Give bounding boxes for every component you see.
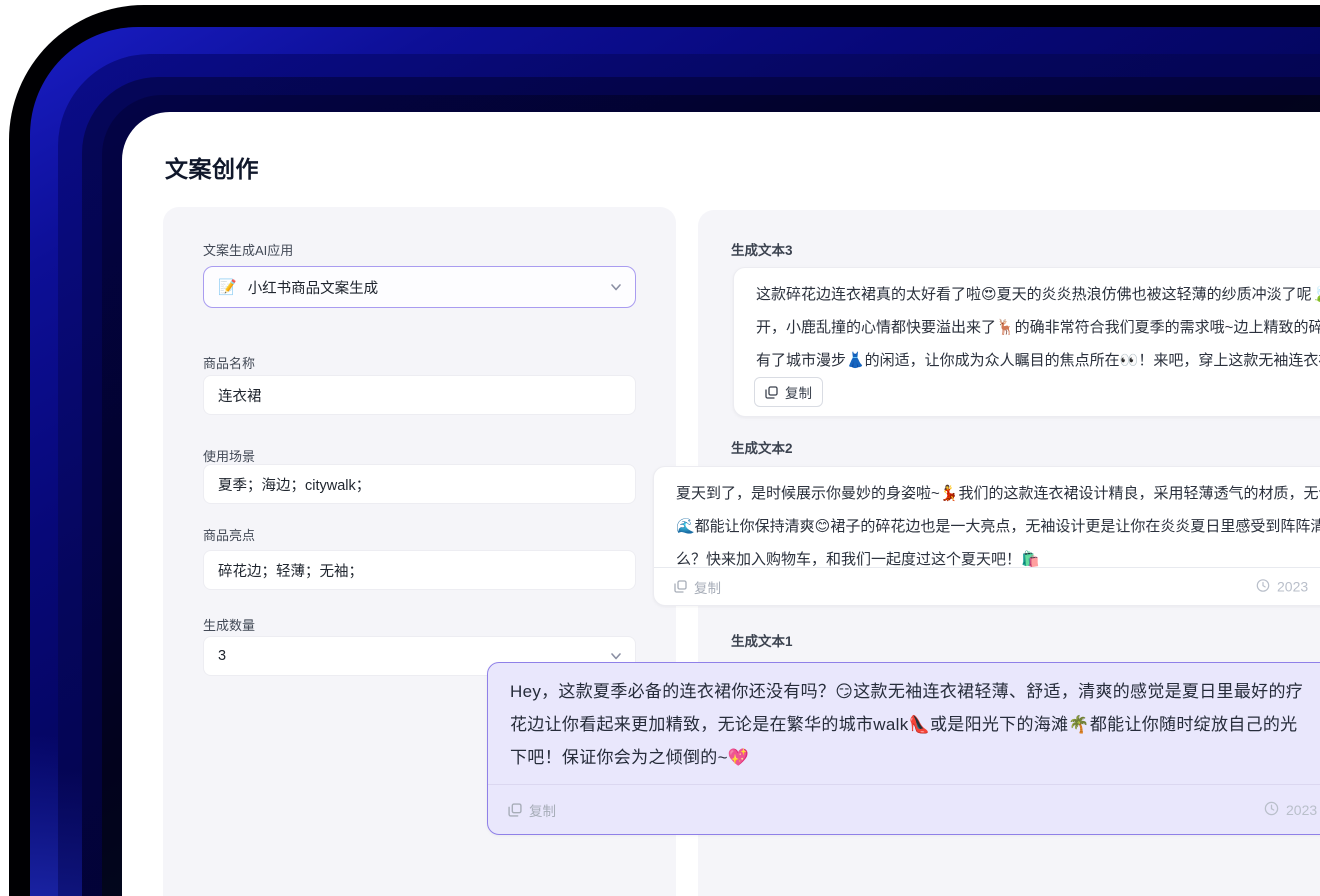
clock-icon: [1264, 801, 1279, 819]
result-text-line: 开，小鹿乱撞的心情都快要溢出来了🦌的确非常符合我们夏季的需求哦~边上精致的碎花镶…: [756, 319, 1320, 336]
page-title: 文案创作: [165, 156, 259, 182]
field-label-highlight: 商品亮点: [203, 528, 256, 543]
copy-button-label: 复制: [785, 386, 812, 401]
result-text-line: Hey，这款夏季必备的连衣裙你还没有吗？😏这款无袖连衣裙轻薄、舒适，清爽的感觉是…: [510, 682, 1304, 701]
memo-icon: 📝: [218, 279, 237, 296]
timestamp: 2023: [1264, 801, 1317, 819]
highlight-input[interactable]: 碎花边；轻薄；无袖；: [203, 550, 636, 590]
app-select-value: 小红书商品文案生成: [247, 280, 379, 297]
result-text-line: 🌊都能让你保持清爽😊裙子的碎花边也是一大亮点，无袖设计更是让你在炎炎夏日里感受到…: [676, 518, 1320, 535]
clock-icon: [1256, 578, 1270, 595]
timestamp-text: 2023: [1277, 578, 1309, 595]
copy-icon: [674, 580, 687, 593]
result-label-2: 生成文本2: [731, 441, 793, 456]
name-input[interactable]: 连衣裙: [203, 375, 636, 415]
timestamp-text: 2023: [1286, 801, 1318, 818]
copy-button[interactable]: 复制: [674, 577, 721, 597]
field-label-count: 生成数量: [203, 618, 256, 633]
result-text-line: 下吧！保证你会为之倾倒的~💖: [510, 748, 750, 767]
copy-icon: [765, 385, 778, 399]
field-count: 生成数量: [203, 615, 636, 634]
chevron-down-icon: [610, 650, 622, 662]
app-select[interactable]: 📝 小红书商品文案生成: [203, 266, 636, 308]
name-input-value: 连衣裙: [218, 388, 262, 405]
copy-button-label: 复制: [529, 803, 556, 819]
result-label-3: 生成文本3: [731, 243, 793, 258]
field-highlight: 商品亮点: [203, 525, 636, 544]
scene-input[interactable]: 夏季；海边；citywalk；: [203, 464, 636, 504]
copy-button[interactable]: 复制: [754, 377, 823, 407]
field-label-scene: 使用场景: [203, 449, 256, 464]
scene-input-value: 夏季；海边；citywalk；: [218, 477, 371, 494]
timestamp: 2023: [1256, 578, 1308, 595]
field-label-name: 商品名称: [203, 356, 256, 371]
copy-button[interactable]: 复制: [508, 800, 556, 820]
result-text-line: 这款碎花边连衣裙真的太好看了啦😍夏天的炎炎热浪仿佛也被这轻薄的纱质冲淡了呢🍃走在: [756, 286, 1320, 303]
result-card-2: 夏天到了，是时候展示你曼妙的身姿啦~💃我们的这款连衣裙设计精良，采用轻薄透气的材…: [653, 466, 1320, 606]
result-card-3: 这款碎花边连衣裙真的太好看了啦😍夏天的炎炎热浪仿佛也被这轻薄的纱质冲淡了呢🍃走在…: [733, 267, 1320, 417]
app-canvas: 文案创作 文案生成AI应用 📝 小红书商品文案生成 商品名称 连衣裙 使用场景 …: [122, 112, 1320, 896]
field-app: 文案生成AI应用: [203, 240, 636, 259]
copy-button-label: 复制: [694, 580, 721, 596]
result-text-line: 夏天到了，是时候展示你曼妙的身姿啦~💃我们的这款连衣裙设计精良，采用轻薄透气的材…: [676, 485, 1320, 502]
field-label-app: 文案生成AI应用: [203, 243, 294, 258]
chevron-down-icon: [610, 281, 622, 293]
field-name: 商品名称: [203, 353, 636, 372]
highlight-input-value: 碎花边；轻薄；无袖；: [218, 563, 363, 580]
result-card-1: Hey，这款夏季必备的连衣裙你还没有吗？😏这款无袖连衣裙轻薄、舒适，清爽的感觉是…: [487, 662, 1320, 835]
field-scene: 使用场景: [203, 446, 636, 465]
copy-icon: [508, 802, 522, 817]
count-select-value: 3: [218, 648, 227, 664]
result-label-1: 生成文本1: [731, 634, 793, 649]
result-text-line: 花边让你看起来更加精致，无论是在繁华的城市walk👠或是阳光下的海滩🌴都能让你随…: [510, 715, 1298, 734]
